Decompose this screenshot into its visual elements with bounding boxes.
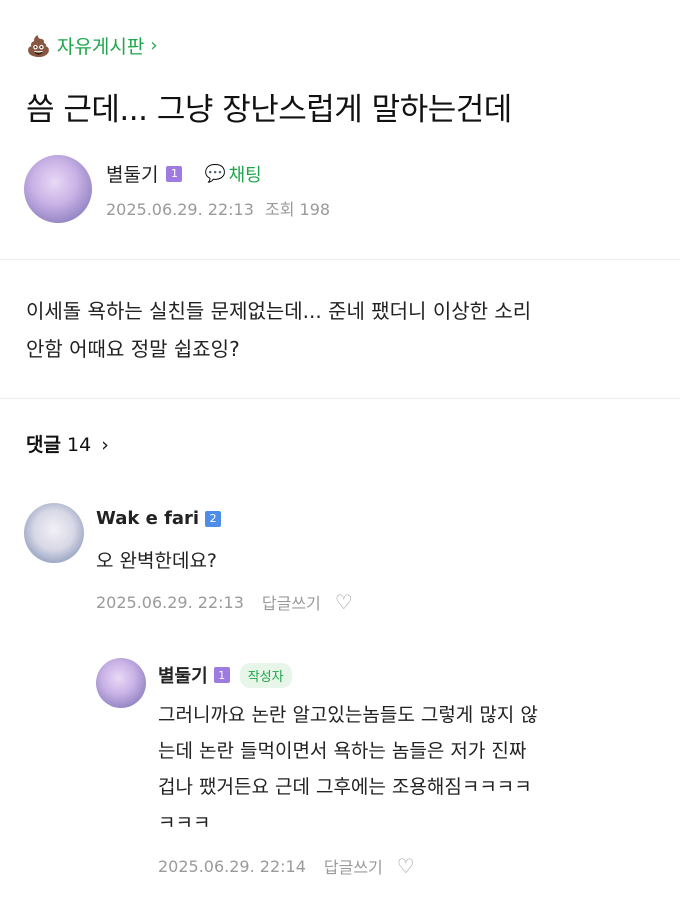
- post-meta: 2025.06.29. 22:13 조회 198: [106, 196, 330, 220]
- comments-header[interactable]: 댓글 14 ›: [26, 430, 109, 457]
- views-count: 198: [299, 200, 331, 219]
- post-title: 씀 근데... 그냥 장난스럽게 말하는건데: [26, 92, 512, 128]
- board-breadcrumb[interactable]: 💩 자유게시판 ›: [26, 32, 158, 59]
- comment-author-name[interactable]: 별둘기: [158, 662, 208, 688]
- comment-text: 그러니까요 논란 알고있는놈들도 그렇게 많지 않 는데 논란 들먹이면서 욕하…: [158, 697, 648, 841]
- chat-bubble-icon: 💬: [204, 163, 226, 184]
- chat-label: 채팅: [228, 164, 262, 186]
- comment-date: 2025.06.29. 22:14: [158, 856, 306, 876]
- commenter-avatar[interactable]: [24, 503, 84, 563]
- comment-text-line: 는데 논란 들먹이면서 욕하는 놈들은 저가 진짜: [158, 740, 527, 762]
- chevron-right-icon: ›: [101, 434, 109, 456]
- post-body-line: 안함 어때요 정말 쉽죠잉?: [26, 337, 240, 361]
- comment-author-name[interactable]: Wak e fari: [96, 508, 199, 529]
- comment-text: 오 완벽한데요?: [96, 550, 218, 572]
- comment-text-line: 겁나 팼거든요 근데 그후에는 조용해짐ㅋㅋㅋㅋ: [158, 776, 532, 798]
- comment-author-row: Wak e fari 2: [96, 508, 222, 529]
- chevron-right-icon: ›: [150, 35, 158, 56]
- author-name[interactable]: 별둘기: [106, 160, 158, 187]
- board-name: 자유게시판: [56, 36, 145, 58]
- level-badge-icon: 1: [213, 667, 230, 683]
- comment-author-row: 별둘기 1 작성자: [158, 662, 292, 688]
- comment-text-line: ㅋㅋㅋ: [158, 812, 211, 834]
- divider: [0, 398, 680, 399]
- reply-button[interactable]: 답글쓰기: [262, 590, 321, 614]
- heart-icon[interactable]: ♡: [397, 854, 415, 878]
- comments-label: 댓글: [26, 434, 61, 456]
- comments-count: 14: [67, 434, 92, 456]
- post-date: 2025.06.29. 22:13: [106, 200, 254, 219]
- level-badge-icon: 1: [166, 165, 183, 182]
- post-body: 이세돌 욕하는 실친들 문제없는데... 준네 팼더니 이상한 소리 안함 어때…: [26, 292, 656, 368]
- comment-meta: 2025.06.29. 22:14 답글쓰기 ♡: [158, 854, 415, 878]
- author-avatar[interactable]: [24, 155, 92, 223]
- level-badge-icon: 2: [205, 510, 222, 527]
- comment-text-line: 그러니까요 논란 알고있는놈들도 그렇게 많지 않: [158, 704, 538, 726]
- reply-button[interactable]: 답글쓰기: [324, 854, 383, 878]
- author-badge: 작성자: [239, 662, 292, 688]
- views-label: 조회: [264, 200, 295, 219]
- comment-meta: 2025.06.29. 22:13 답글쓰기 ♡: [96, 590, 353, 614]
- poop-icon: 💩: [26, 33, 51, 58]
- comment-date: 2025.06.29. 22:13: [96, 592, 244, 612]
- post-body-line: 이세돌 욕하는 실친들 문제없는데... 준네 팼더니 이상한 소리: [26, 299, 532, 323]
- chat-button[interactable]: 💬 채팅: [204, 161, 261, 187]
- divider: [0, 259, 680, 260]
- heart-icon[interactable]: ♡: [335, 590, 353, 614]
- commenter-avatar[interactable]: [96, 658, 146, 708]
